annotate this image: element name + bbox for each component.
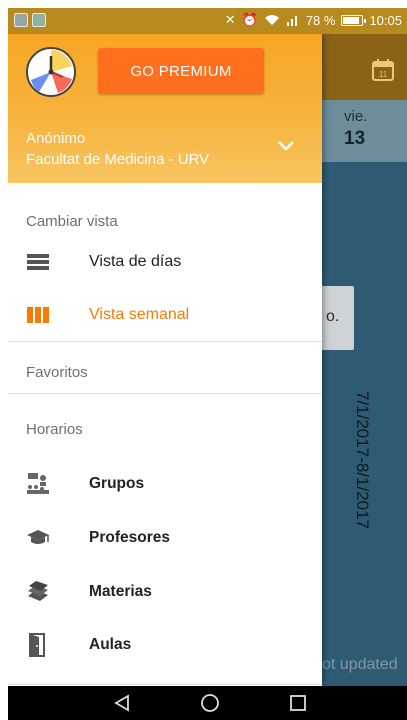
user-organization: Facultat de Medicina - URV [26, 151, 210, 168]
svg-text:11: 11 [379, 70, 388, 79]
date-range-label: 7/1/2017-8/1/2017 [353, 391, 372, 530]
account-dropdown-button[interactable] [274, 134, 298, 158]
battery-percentage: 78 % [305, 12, 336, 28]
menu-item-week-view[interactable]: Vista semanal [8, 289, 322, 341]
day-view-icon [26, 250, 50, 274]
menu-item-label: Grupos [89, 475, 145, 492]
clock: 10:05 [369, 12, 402, 28]
notification-icons [14, 13, 46, 27]
graduation-cap-icon [26, 526, 50, 550]
groups-icon [26, 472, 50, 496]
home-button[interactable] [199, 693, 221, 713]
home-circle-icon [201, 694, 219, 712]
screen: ✕ ⏰ 78 % 10:05 11 vie. 13 o. 7/1/2017-8/… [0, 0, 407, 720]
clock-logo-icon [26, 47, 76, 97]
section-favorites: Favoritos [26, 364, 88, 381]
section-change-view: Cambiar vista [26, 213, 118, 230]
divider [8, 341, 322, 342]
menu-item-label: Vista de días [89, 253, 182, 270]
notification-icon [14, 13, 28, 27]
status-right: ✕ ⏰ 78 % 10:05 [225, 12, 402, 28]
update-status-text: ot updated [322, 656, 398, 673]
week-view-icon [26, 303, 50, 327]
day-name: vie. [344, 108, 368, 125]
calendar-icon: 11 [372, 59, 394, 81]
menu-item-teachers[interactable]: Profesores [8, 512, 322, 564]
phone-screen: ✕ ⏰ 78 % 10:05 11 vie. 13 o. 7/1/2017-8/… [8, 8, 407, 720]
status-bar: ✕ ⏰ 78 % 10:05 [8, 8, 407, 34]
books-icon [26, 580, 50, 604]
chevron-down-icon [278, 141, 294, 151]
menu-item-label: Profesores [89, 529, 170, 546]
navigation-drawer: GO PREMIUM Anónimo Facultat de Medicina … [8, 34, 322, 686]
battery-icon [341, 14, 367, 26]
back-triangle-icon [114, 694, 129, 712]
back-button[interactable] [111, 693, 133, 713]
menu-item-day-view[interactable]: Vista de días [8, 236, 322, 288]
alarm-icon: ⏰ [241, 12, 258, 27]
calendar-today-button[interactable]: 11 [369, 56, 397, 84]
menu-item-label: Vista semanal [89, 306, 190, 323]
divider [8, 393, 322, 394]
go-premium-button[interactable]: GO PREMIUM [98, 48, 264, 94]
user-name: Anónimo [26, 130, 86, 147]
schedule-card-text: o. [326, 308, 340, 325]
drawer-header: GO PREMIUM Anónimo Facultat de Medicina … [8, 34, 322, 183]
menu-item-label: Aulas [89, 636, 132, 653]
recents-square-icon [290, 695, 306, 711]
wifi-icon [264, 15, 279, 25]
menu-item-label: Materias [89, 583, 152, 600]
menu-item-groups[interactable]: Grupos [8, 458, 322, 510]
day-number: 13 [344, 128, 366, 149]
divider [8, 684, 322, 685]
recents-button[interactable] [287, 693, 309, 713]
door-icon [26, 633, 50, 657]
section-schedules: Horarios [26, 421, 83, 438]
mute-icon: ✕ [224, 12, 236, 27]
signal-icon [286, 16, 297, 26]
system-navigation-bar [8, 686, 407, 720]
menu-item-subjects[interactable]: Materias [8, 566, 322, 618]
notification-image-icon [32, 13, 46, 27]
menu-item-classrooms[interactable]: Aulas [8, 619, 322, 671]
